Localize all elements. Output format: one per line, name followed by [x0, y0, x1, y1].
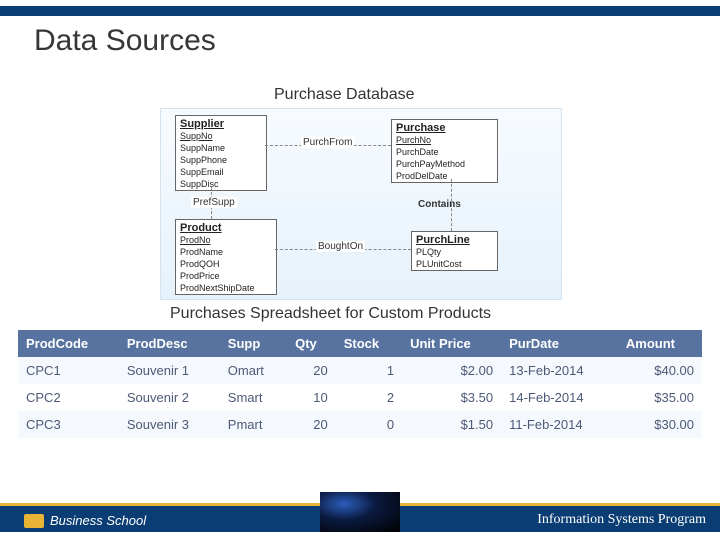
cell-date: 13-Feb-2014 — [501, 357, 618, 384]
cell-desc: Souvenir 2 — [119, 384, 220, 411]
cell-price: $2.00 — [402, 357, 501, 384]
col-amount: Amount — [618, 330, 702, 357]
cell-stock: 0 — [336, 411, 402, 438]
footer: Business School Information Systems Prog… — [0, 490, 720, 532]
cell-qty: 10 — [287, 384, 336, 411]
top-bar — [0, 6, 720, 16]
rel-contains: Contains — [416, 199, 463, 210]
entity-attr: ProdNo — [176, 234, 276, 246]
spreadsheet-table: ProdCode ProdDesc Supp Qty Stock Unit Pr… — [18, 330, 702, 438]
entity-attr: ProdPrice — [176, 270, 276, 282]
cell-stock: 2 — [336, 384, 402, 411]
entity-attr: SuppNo — [176, 130, 266, 142]
entity-attr: ProdNextShipDate — [176, 282, 276, 294]
table-row: CPC1Souvenir 1Omart201$2.0013-Feb-2014$4… — [18, 357, 702, 384]
entity-purchline: PurchLine PLQty PLUnitCost — [411, 231, 498, 271]
program-name: Information Systems Program — [537, 512, 706, 528]
entity-purchase: Purchase PurchNo PurchDate PurchPayMetho… — [391, 119, 498, 183]
entity-attr: SuppPhone — [176, 154, 266, 166]
erd-diagram: Supplier SuppNo SuppName SuppPhone SuppE… — [160, 108, 562, 300]
entity-name: PurchLine — [412, 232, 497, 246]
slide: Data Sources Purchase Database Supplier … — [0, 0, 720, 540]
rel-purchfrom: PurchFrom — [301, 137, 354, 148]
spreadsheet-subtitle: Purchases Spreadsheet for Custom Product… — [170, 305, 491, 323]
cu-icon — [24, 514, 44, 528]
cell-amount: $30.00 — [618, 411, 702, 438]
cell-supp: Pmart — [220, 411, 287, 438]
rel-boughton: BoughtOn — [316, 241, 365, 252]
entity-attr: PurchNo — [392, 134, 497, 146]
table-row: CPC3Souvenir 3Pmart200$1.5011-Feb-2014$3… — [18, 411, 702, 438]
entity-attr: ProdQOH — [176, 258, 276, 270]
cell-date: 11-Feb-2014 — [501, 411, 618, 438]
cell-supp: Smart — [220, 384, 287, 411]
cell-desc: Souvenir 1 — [119, 357, 220, 384]
entity-name: Purchase — [392, 120, 497, 134]
entity-attr: SuppEmail — [176, 166, 266, 178]
cell-date: 14-Feb-2014 — [501, 384, 618, 411]
col-prodcode: ProdCode — [18, 330, 119, 357]
entity-attr: SuppDisc — [176, 178, 266, 190]
cell-code: CPC2 — [18, 384, 119, 411]
col-stock: Stock — [336, 330, 402, 357]
cell-amount: $40.00 — [618, 357, 702, 384]
col-unitprice: Unit Price — [402, 330, 501, 357]
col-proddesc: ProdDesc — [119, 330, 220, 357]
swirl-image — [320, 492, 400, 532]
cell-code: CPC3 — [18, 411, 119, 438]
entity-attr: ProdName — [176, 246, 276, 258]
page-title: Data Sources — [34, 24, 216, 58]
entity-attr: PurchPayMethod — [392, 158, 497, 170]
cell-supp: Omart — [220, 357, 287, 384]
cell-price: $3.50 — [402, 384, 501, 411]
cell-desc: Souvenir 3 — [119, 411, 220, 438]
entity-attr: PLUnitCost — [412, 258, 497, 270]
entity-attr: PurchDate — [392, 146, 497, 158]
erd-subtitle: Purchase Database — [274, 86, 415, 104]
entity-attr: PLQty — [412, 246, 497, 258]
entity-name: Product — [176, 220, 276, 234]
cell-stock: 1 — [336, 357, 402, 384]
col-purdate: PurDate — [501, 330, 618, 357]
entity-supplier: Supplier SuppNo SuppName SuppPhone SuppE… — [175, 115, 267, 191]
cell-amount: $35.00 — [618, 384, 702, 411]
cell-qty: 20 — [287, 357, 336, 384]
cell-code: CPC1 — [18, 357, 119, 384]
logo-text: Business School — [50, 513, 146, 528]
entity-product: Product ProdNo ProdName ProdQOH ProdPric… — [175, 219, 277, 295]
entity-attr: ProdDelDate — [392, 170, 497, 182]
entity-name: Supplier — [176, 116, 266, 130]
entity-attr: SuppName — [176, 142, 266, 154]
table-row: CPC2Souvenir 2Smart102$3.5014-Feb-2014$3… — [18, 384, 702, 411]
rel-prefsupp: PrefSupp — [191, 197, 237, 208]
cell-price: $1.50 — [402, 411, 501, 438]
cell-qty: 20 — [287, 411, 336, 438]
col-supp: Supp — [220, 330, 287, 357]
logo: Business School — [24, 513, 146, 528]
col-qty: Qty — [287, 330, 336, 357]
